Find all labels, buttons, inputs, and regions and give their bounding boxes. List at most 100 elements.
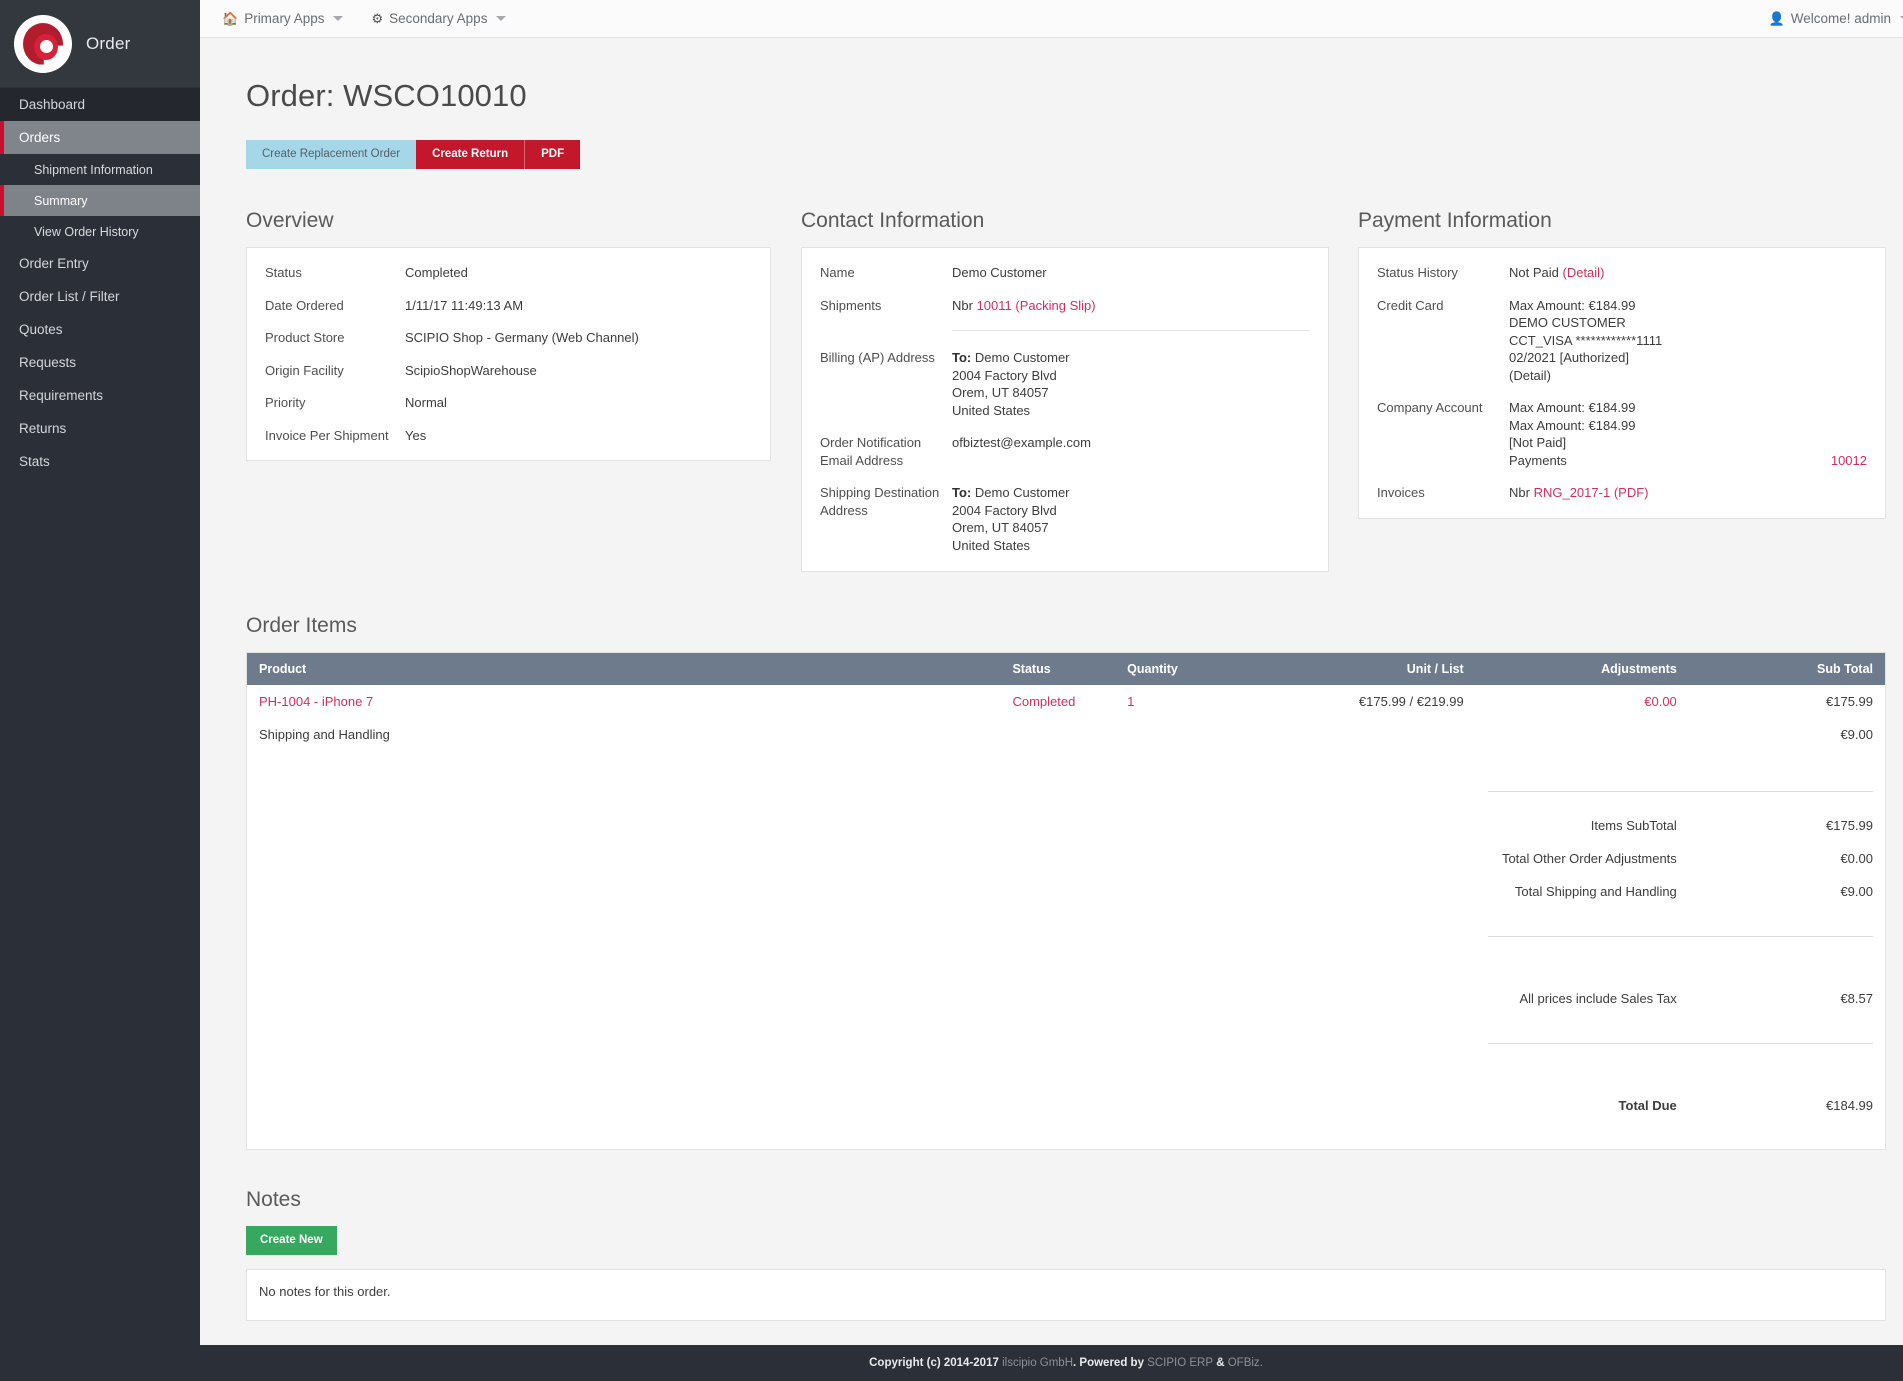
status-history-detail-link[interactable]: (Detail) [1563,265,1605,280]
invoice-number-link[interactable]: RNG_2017-1 [1534,485,1611,500]
top-navbar: 🏠 Primary Apps ⚙ Secondary Apps 👤 Welcom… [200,0,1903,38]
payment-row-credit-card: Credit Card Max Amount: €184.99 DEMO CUS… [1377,297,1867,385]
overview-row-date-ordered: Date Ordered 1/11/17 11:49:13 AM [265,297,752,315]
shipment-number-link[interactable]: 10011 [977,298,1012,313]
overview-panel: Overview Status Completed Date Ordered 1… [246,209,771,572]
brand-header[interactable]: Order [0,0,200,88]
col-quantity[interactable]: Quantity [1115,652,1263,685]
sidebar-item-order-list-filter[interactable]: Order List / Filter [0,280,200,313]
sidebar-item-summary[interactable]: Summary [0,185,200,216]
divider [952,330,1310,331]
col-adjustments[interactable]: Adjustments [1476,652,1689,685]
notes-title: Notes [246,1188,1886,1212]
sidebar-item-dashboard[interactable]: Dashboard [0,88,200,121]
item-status[interactable]: Completed [1012,694,1075,709]
row-value[interactable]: Yes [405,427,752,445]
sidebar-item-view-order-history[interactable]: View Order History [0,216,200,247]
table-header-row: Product Status Quantity Unit / List Adju… [247,652,1886,685]
table-spacer-row [247,751,1886,791]
contact-row-shipments: Shipments Nbr 10011 (Packing Slip) [820,297,1310,315]
chevron-down-icon [496,16,506,21]
row-value: Max Amount: €184.99 DEMO CUSTOMER CCT_VI… [1509,297,1867,385]
footer-ofbiz-link[interactable]: OFBiz. [1228,1357,1263,1369]
create-replacement-order-button[interactable]: Create Replacement Order [246,140,416,169]
row-value[interactable]: Demo Customer [952,264,1310,282]
invoice-pdf-link[interactable]: (PDF) [1614,485,1649,500]
page-title: Order: WSCO10010 [246,78,1886,114]
contact-card: Name Demo Customer Shipments Nbr 10011 (… [801,247,1329,572]
gear-icon: ⚙ [371,11,383,27]
row-value[interactable]: Normal [405,394,752,412]
payments-label: Payments [1509,452,1567,470]
shipping-handling-label: Shipping and Handling [247,718,1001,751]
sidebar-item-orders[interactable]: Orders [0,121,200,154]
sidebar-item-stats[interactable]: Stats [0,445,200,478]
contact-row-shipping-address: Shipping Destination Address To: Demo Cu… [820,484,1310,554]
sidebar-item-label: View Order History [34,225,139,239]
order-items-table-head: Product Status Quantity Unit / List Adju… [247,652,1886,685]
row-value: To: Demo Customer 2004 Factory Blvd Orem… [952,484,1310,554]
row-value: Max Amount: €184.99 Max Amount: €184.99 … [1509,399,1867,469]
row-label: Invoice Per Shipment [265,427,405,445]
payment-row-company-account: Company Account Max Amount: €184.99 Max … [1377,399,1867,469]
total-due-label: Total Due [1476,1089,1689,1122]
sidebar-item-shipment-information[interactable]: Shipment Information [0,154,200,185]
overview-row-invoice-per-shipment: Invoice Per Shipment Yes [265,427,752,445]
col-product[interactable]: Product [247,652,1001,685]
sidebar-item-quotes[interactable]: Quotes [0,313,200,346]
item-adjustments[interactable]: €0.00 [1644,694,1677,709]
col-unit-list[interactable]: Unit / List [1263,652,1476,685]
total-value: €175.99 [1689,809,1886,842]
sidebar-item-label: Orders [19,130,60,145]
sidebar-item-requests[interactable]: Requests [0,346,200,379]
sidebar-item-returns[interactable]: Returns [0,412,200,445]
sidebar-item-label: Stats [19,454,50,469]
nav-user-menu[interactable]: 👤 Welcome! admin [1769,11,1903,27]
contact-shipments-divider-row [820,318,1310,349]
order-items-table: Product Status Quantity Unit / List Adju… [246,652,1886,1151]
footer-erp-link[interactable]: SCIPIO ERP [1147,1357,1213,1369]
row-value[interactable]: Completed [405,264,752,282]
invoices-prefix: Nbr [1509,485,1530,500]
sidebar-item-requirements[interactable]: Requirements [0,379,200,412]
footer-company[interactable]: ilscipio GmbH [1002,1357,1073,1369]
row-value: To: Demo Customer 2004 Factory Blvd Orem… [952,349,1310,419]
row-label: Priority [265,394,405,412]
footer-powered-by: Powered by [1079,1357,1144,1369]
nav-primary-apps[interactable]: 🏠 Primary Apps [222,11,343,27]
totals-divider-row [247,791,1886,809]
billing-country: United States [952,402,1310,420]
sidebar-item-label: Shipment Information [34,163,153,177]
row-label: Product Store [265,329,405,347]
sidebar-item-label: Dashboard [19,97,85,112]
contact-row-email: Order Notification Email Address ofbizte… [820,434,1310,469]
sidebar-item-label: Summary [34,194,87,208]
col-status[interactable]: Status [1000,652,1115,685]
table-pad-row [247,1122,1886,1150]
page-footer: Copyright (c) 2014-2017 ilscipio GmbH. P… [200,1345,1903,1381]
col-sub-total[interactable]: Sub Total [1689,652,1886,685]
create-return-button[interactable]: Create Return [416,140,525,169]
shipping-handling-value: €9.00 [1689,718,1886,751]
order-items-section: Order Items Product Status Quantity Unit… [246,614,1886,1151]
nav-secondary-apps[interactable]: ⚙ Secondary Apps [371,11,506,27]
billing-name: Demo Customer [975,350,1070,365]
pdf-button[interactable]: PDF [525,140,580,169]
shipping-to-label: To: [952,485,971,500]
product-link[interactable]: PH-1004 - iPhone 7 [259,694,373,709]
create-new-note-button[interactable]: Create New [246,1226,337,1255]
credit-card-detail-link[interactable]: (Detail) [1509,367,1867,385]
sidebar-item-label: Returns [19,421,66,436]
company-account-status: [Not Paid] [1509,434,1867,452]
total-label: Items SubTotal [1476,809,1689,842]
sidebar-item-order-entry[interactable]: Order Entry [0,247,200,280]
payment-id-link[interactable]: 10012 [1831,452,1867,470]
overview-row-product-store: Product Store SCIPIO Shop - Germany (Web… [265,329,752,347]
item-quantity[interactable]: 1 [1127,694,1134,709]
company-account-payments-row: Payments 10012 [1509,452,1867,470]
sidebar-item-label: Requirements [19,388,103,403]
totals-divider-row-2 [247,936,1886,954]
row-value[interactable]: ScipioShopWarehouse [405,362,752,380]
packing-slip-link[interactable]: (Packing Slip) [1015,298,1095,313]
credit-card-holder: DEMO CUSTOMER [1509,314,1867,332]
